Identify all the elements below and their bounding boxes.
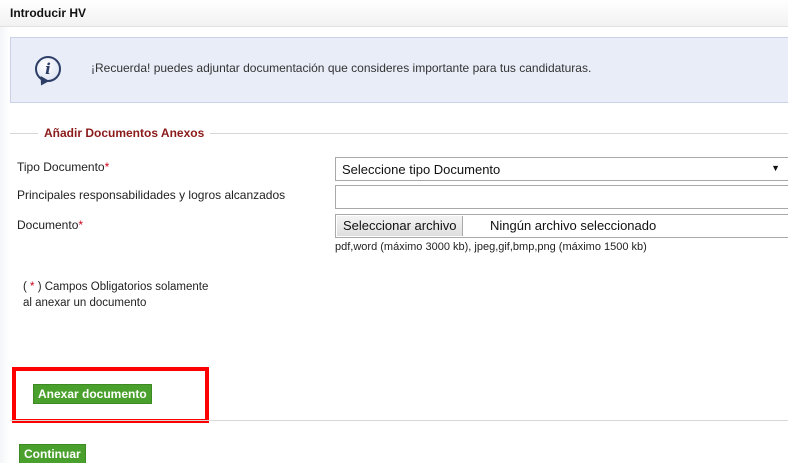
tipo-documento-select[interactable]: Seleccione tipo Documento ▼ xyxy=(335,157,788,181)
tipo-documento-label: Tipo Documento* xyxy=(17,160,109,174)
info-icon: i xyxy=(35,56,61,82)
note-line-1: ( * ) Campos Obligatorios solamente xyxy=(23,279,208,295)
section-legend: Añadir Documentos Anexos xyxy=(38,126,211,140)
note-line-1-text: ) Campos Obligatorios solamente xyxy=(34,281,209,293)
documento-label-text: Documento xyxy=(17,218,79,232)
note-open: ( xyxy=(23,281,31,293)
responsabilidades-input[interactable] xyxy=(335,185,788,209)
select-file-button[interactable]: Seleccionar archivo xyxy=(337,216,464,236)
tipo-documento-label-text: Tipo Documento xyxy=(17,160,105,174)
tipo-documento-selected: Seleccione tipo Documento xyxy=(342,162,501,177)
note-line-2: al anexar un documento xyxy=(23,297,147,309)
required-fields-note: ( * ) Campos Obligatorios solamente al a… xyxy=(23,279,208,311)
responsabilidades-label: Principales responsabilidades y logros a… xyxy=(17,188,286,202)
info-icon-glyph: i xyxy=(45,60,51,78)
required-mark: * xyxy=(78,218,84,232)
page-title: Introducir HV xyxy=(10,6,87,20)
file-format-hint: pdf,word (máximo 3000 kb), jpeg,gif,bmp,… xyxy=(335,241,647,253)
side-shade xyxy=(0,26,10,463)
anexar-documento-button[interactable]: Anexar documento xyxy=(33,384,152,404)
documento-label: Documento* xyxy=(17,218,83,232)
divider xyxy=(10,420,788,421)
info-message: ¡Recuerda! puedes adjuntar documentación… xyxy=(91,61,592,75)
title-bar: Introducir HV xyxy=(0,0,788,27)
chevron-down-icon: ▼ xyxy=(771,163,780,173)
page: Introducir HV i ¡Recuerda! puedes adjunt… xyxy=(0,0,788,463)
info-banner: i ¡Recuerda! puedes adjuntar documentaci… xyxy=(10,37,788,103)
continuar-button[interactable]: Continuar xyxy=(19,444,86,463)
documento-file-input[interactable]: Seleccionar archivo Ningún archivo selec… xyxy=(335,214,788,238)
file-status: Ningún archivo seleccionado xyxy=(490,218,657,233)
required-mark: * xyxy=(104,160,110,174)
